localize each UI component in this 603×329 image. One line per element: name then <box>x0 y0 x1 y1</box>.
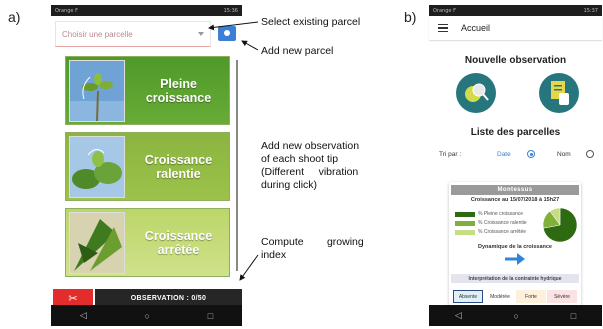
legend-item: % Pleine croissance <box>455 211 523 217</box>
new-observation-button[interactable] <box>456 73 496 113</box>
grape-search-icon <box>465 83 489 102</box>
page-title: Accueil <box>461 23 491 33</box>
annotation-line: (Different vibration <box>261 166 359 178</box>
legend-item: % Croissance arrêtée <box>455 229 526 235</box>
parcel-name: Montessus <box>451 185 579 195</box>
legend-label: % Croissance arrêtée <box>478 229 527 235</box>
annotation-line: Add new observation <box>261 140 360 152</box>
legend-label: % Croissance ralentie <box>478 220 527 226</box>
chip-strong: Forte <box>516 290 546 303</box>
growth-date-line: Croissance au 15/07/2018 à 15h27 <box>470 197 560 203</box>
back-icon[interactable]: ◁ <box>455 310 462 321</box>
growth-pie-chart <box>542 207 578 243</box>
chip-absent: Absente <box>453 290 483 303</box>
water-constraint-label: Interprétation de la contrainte hydrique <box>451 274 579 283</box>
chip-moderate: Modérée <box>485 290 515 303</box>
annotation-line: Compute growing <box>261 236 364 248</box>
arrow-select <box>208 21 259 31</box>
legend-item: % Croissance ralentie <box>455 220 527 226</box>
carrier-text: Orange F <box>433 7 456 14</box>
arrow-right-icon <box>505 253 525 265</box>
status-bar: Orange F 15:37 <box>429 5 602 16</box>
android-nav-bar: ◁ ○ □ <box>429 305 602 326</box>
menu-icon[interactable] <box>438 22 448 35</box>
sort-option-date[interactable]: Date <box>497 151 511 158</box>
growth-dynamics-label: Dynamique de la croissance <box>478 244 552 250</box>
phone-b-screen: Orange F 15:37 Accueil Nouvelle observat… <box>429 5 602 326</box>
sort-label: Tri par : <box>439 151 462 158</box>
home-icon[interactable]: ○ <box>514 311 519 321</box>
parcel-list-heading: Liste des parcelles <box>470 127 561 138</box>
clock-text: 15:37 <box>583 7 598 14</box>
sort-date-radio[interactable] <box>527 150 535 158</box>
annotation-compute-index: Compute growing index <box>261 236 364 262</box>
legend-swatch <box>455 220 475 226</box>
annotation-select-parcel: Select existing parcel <box>261 16 361 28</box>
sort-option-name[interactable]: Nom <box>557 151 571 158</box>
annotation-line: index <box>261 249 287 261</box>
parcel-card[interactable]: Montessus Croissance au 15/07/2018 à 15h… <box>449 182 581 312</box>
arrow-compute <box>239 254 259 281</box>
chip-severe: Sévère <box>547 290 577 303</box>
document-tap-icon <box>551 81 569 105</box>
sort-name-radio[interactable] <box>586 150 594 158</box>
arrow-add <box>241 40 259 51</box>
legend-swatch <box>455 211 475 217</box>
annotation-add-parcel: Add new parcel <box>261 45 334 57</box>
new-observation-heading: Nouvelle observation <box>464 55 567 66</box>
annotation-line: during click) <box>261 179 318 191</box>
annotation-add-observation: Add new observation of each shoot tip (D… <box>261 140 359 192</box>
legend-label: % Pleine croissance <box>478 211 524 217</box>
legend-swatch <box>455 229 475 235</box>
annotation-line: of each shoot tip <box>261 153 339 165</box>
consult-parcels-button[interactable] <box>539 73 579 113</box>
app-header: Accueil <box>429 16 602 40</box>
recents-icon[interactable]: □ <box>571 311 576 321</box>
